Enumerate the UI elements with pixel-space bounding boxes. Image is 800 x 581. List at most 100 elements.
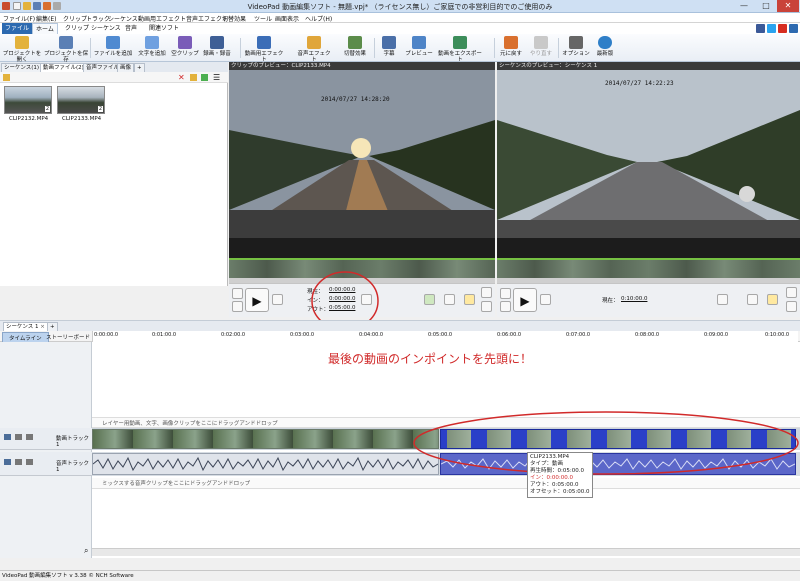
clip-thumbnail[interactable]: 2 (4, 86, 52, 114)
tab-audio[interactable]: 音声 (122, 23, 140, 34)
video-clip-first[interactable] (92, 429, 439, 449)
split-button[interactable] (717, 294, 728, 305)
video-effects-icon (257, 36, 271, 49)
tooltip-line: イン：0:00:00.0 (530, 475, 573, 481)
clip-badge: 2 (97, 106, 103, 112)
export-frame-button[interactable] (767, 294, 778, 305)
transitions-button[interactable]: 切替効果 (340, 35, 370, 61)
tab-home[interactable]: ホーム (32, 23, 58, 34)
tab-sequence[interactable]: シーケンス (88, 23, 124, 34)
save-project-button[interactable]: プロジェクトを保存 (44, 35, 88, 63)
record-button[interactable]: 録画・録音 (200, 35, 234, 61)
clip-thumbnail[interactable]: 2 (57, 86, 105, 114)
skip-end-button[interactable] (500, 301, 511, 312)
zoom-out-button[interactable] (786, 301, 797, 312)
tab-video-files[interactable]: 動画ファイル(2) (40, 63, 87, 72)
zoom-in-button[interactable] (481, 287, 492, 298)
snapshot-button[interactable] (747, 294, 758, 305)
add-icon: + (50, 324, 55, 330)
add-folder-icon[interactable] (190, 74, 197, 81)
youtube-icon[interactable] (778, 24, 787, 33)
video-track-header[interactable]: 動画トラック 1 (0, 428, 92, 450)
track-lock-icon[interactable] (15, 459, 22, 465)
skip-start-button[interactable] (500, 288, 511, 299)
zoom-icon[interactable]: ⌕ (84, 546, 88, 556)
timestamp-overlay: 2014/07/27 14:28:20 (321, 96, 390, 103)
track-eye-icon[interactable] (4, 434, 11, 440)
menu-help[interactable]: ヘルプ(H) (305, 14, 332, 23)
track-mute-icon[interactable] (26, 434, 33, 440)
subtitles-button[interactable]: 字幕 (378, 35, 400, 61)
tab-images[interactable]: 画像 (117, 63, 135, 72)
delete-icon[interactable]: ✕ (178, 73, 185, 82)
add-bin-tab[interactable]: + (134, 63, 145, 72)
play-button[interactable]: ▶ (245, 288, 269, 312)
audio-effects-button[interactable]: 音声エフェクト (296, 35, 332, 63)
tab-sequence-1[interactable]: シーケンス 1 × (3, 322, 48, 331)
redo-button[interactable]: やり直す (528, 35, 554, 61)
tab-related[interactable]: 関連ソフト (146, 23, 182, 34)
track-speaker-icon[interactable] (4, 459, 11, 465)
next-frame-button[interactable] (272, 294, 283, 305)
skip-start-button[interactable] (232, 288, 243, 299)
add-sequence-tab[interactable]: + (47, 322, 58, 331)
add-text-button[interactable]: 文字を追加 (134, 35, 170, 61)
preview-button[interactable]: プレビュー (404, 35, 434, 61)
track-mute-icon[interactable] (26, 459, 33, 465)
close-icon[interactable]: × (40, 324, 45, 330)
storyboard-view-tab[interactable]: ストーリーボード (46, 333, 90, 341)
track-lock-icon[interactable] (15, 434, 22, 440)
latest-version-button[interactable]: 最新版 (592, 35, 618, 61)
audio-track-header[interactable]: 音声トラック 1 (0, 452, 92, 476)
facebook-icon[interactable] (756, 24, 765, 33)
split-button[interactable] (444, 294, 455, 305)
tab-file[interactable]: ファイル (2, 23, 33, 34)
zoom-out-button[interactable] (481, 301, 492, 312)
separator (558, 38, 559, 58)
video-effects-button[interactable]: 動画用エフェクト (244, 35, 284, 63)
folder-up-icon[interactable] (3, 74, 10, 81)
menu-clip[interactable]: クリップ (63, 14, 87, 23)
open-project-button[interactable]: プロジェクトを開く (1, 35, 43, 63)
add-file-button[interactable]: ファイルを追加 (93, 35, 133, 61)
menu-edit[interactable]: 編集(E) (36, 14, 56, 23)
skip-end-button[interactable] (232, 301, 243, 312)
export-video-button[interactable]: 動画をエクスポート (436, 35, 484, 63)
menu-transitions[interactable]: 切替効果 (222, 14, 246, 23)
menu-file[interactable]: ファイル(F) (3, 14, 35, 23)
options-button[interactable]: オプション (562, 35, 590, 61)
current-time-value[interactable]: 0:10:00.0 (621, 296, 647, 302)
audio-clip-first[interactable] (92, 453, 439, 475)
close-button[interactable]: ✕ (777, 0, 799, 12)
place-on-sequence-button[interactable] (424, 294, 435, 305)
maximize-button[interactable]: □ (755, 0, 777, 12)
help-icon[interactable] (789, 24, 798, 33)
import-icon[interactable] (201, 74, 208, 81)
menu-video-effects[interactable]: 動画用エフェクト (138, 14, 186, 23)
sequence-preview-video[interactable]: 2014/07/27 14:22:23 (497, 70, 800, 238)
clip-preview-video[interactable]: 2014/07/27 14:28:20 (229, 70, 495, 238)
menu-sequence[interactable]: シーケンス (108, 14, 138, 23)
undo-button[interactable]: 元に戻す (498, 35, 524, 61)
clip-tooltip: CLIP2133.MP4 タイプ：動画 再生時間：0:05:00.0 イン：0:… (527, 452, 593, 498)
tab-sequences[interactable]: シーケンス(1) (1, 63, 43, 72)
filmstrip[interactable] (497, 258, 800, 278)
twitter-icon[interactable] (767, 24, 776, 33)
zoom-in-button[interactable] (786, 287, 797, 298)
audio-drop-zone[interactable]: ミックスする音声クリップをここにドラッグアンドドロップ (92, 478, 800, 489)
menu-tools[interactable]: ツール (254, 14, 272, 23)
next-frame-button[interactable] (540, 294, 551, 305)
blank-clip-button[interactable]: 空クリップ (171, 35, 199, 61)
menu-view[interactable]: 画面表示 (275, 14, 299, 23)
snapshot-button[interactable] (464, 294, 475, 305)
time-ruler[interactable]: 0:00:00.0 0:01:00.0 0:02:00.0 0:03:00.0 … (92, 331, 798, 342)
undo-icon (504, 36, 518, 49)
play-button[interactable]: ▶ (513, 288, 537, 312)
horizontal-scrollbar[interactable] (92, 548, 800, 556)
clip-name: CLIP2132.MP4 (9, 116, 49, 122)
blank-clip-icon (178, 36, 192, 49)
menu-track[interactable]: トラック (86, 14, 110, 23)
minimize-button[interactable]: — (733, 0, 755, 12)
list-view-icon[interactable]: ☰ (213, 73, 220, 82)
sequence-preview-panel: シーケンスのプレビュー：シーケンス 1 2014/07/27 14:22:23 (497, 62, 800, 317)
